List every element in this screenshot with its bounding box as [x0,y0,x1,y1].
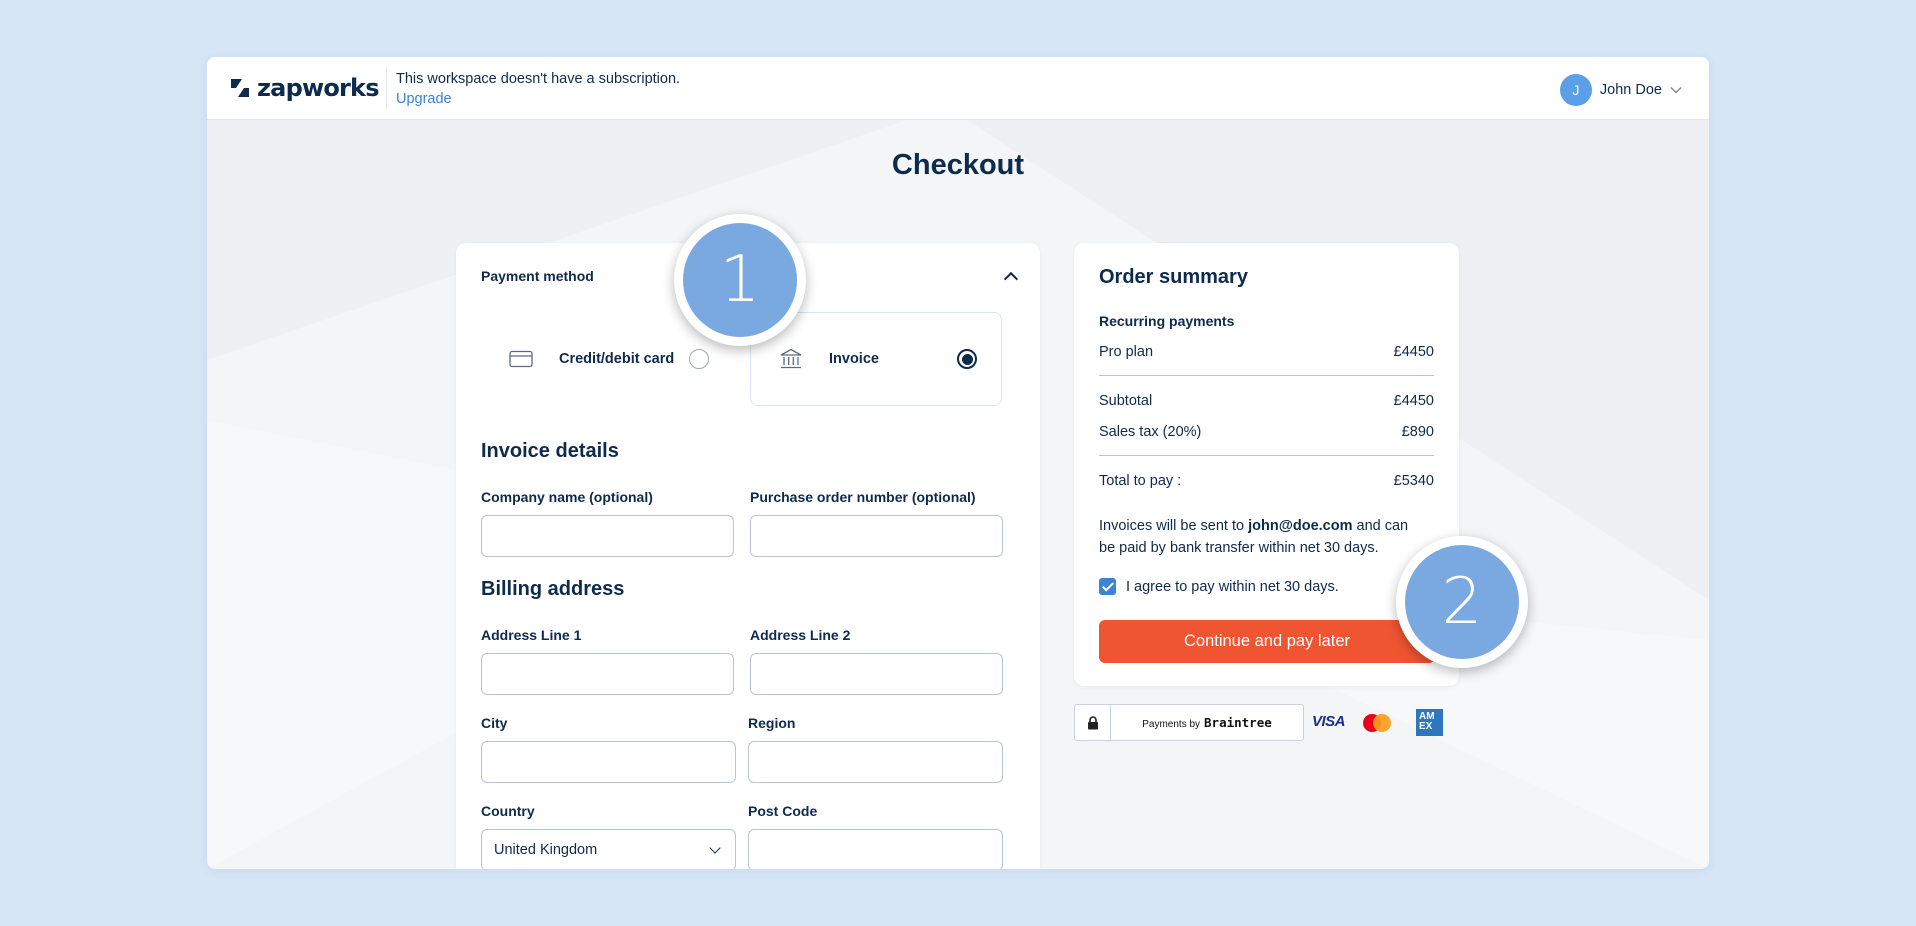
tax-value: £890 [1401,424,1434,440]
country-value: United Kingdom [494,842,598,858]
subtotal-row: Subtotal £4450 [1099,393,1434,409]
zapworks-mark-icon [231,79,249,97]
braintree-brand: Braintree [1204,715,1272,730]
app-window: zapworks This workspace doesn't have a s… [207,57,1709,869]
po-number-label: Purchase order number (optional) [750,489,976,505]
address-line-2-input[interactable] [750,653,1003,695]
city-input[interactable] [481,741,736,783]
agree-terms: I agree to pay within net 30 days. [1099,578,1339,595]
agree-label: I agree to pay within net 30 days. [1126,578,1339,595]
sales-tax-row: Sales tax (20%) £890 [1099,424,1434,440]
address-line-1-input[interactable] [481,653,734,695]
region-label: Region [748,715,796,731]
plan-price: £4450 [1393,344,1434,360]
address-line-2-label: Address Line 2 [750,627,851,643]
invoice-radio[interactable] [957,349,977,369]
country-label: Country [481,803,535,819]
city-label: City [481,715,508,731]
page-title: Checkout [891,149,1025,181]
country-select[interactable]: United Kingdom [481,829,736,869]
po-number-input[interactable] [750,515,1003,557]
subscription-notice: This workspace doesn't have a subscripti… [396,69,680,109]
note-prefix: Invoices will be sent to [1099,518,1249,534]
invoice-details-heading: Invoice details [481,440,619,462]
recurring-payments-label: Recurring payments [1099,313,1235,329]
company-name-label: Company name (optional) [481,489,653,505]
post-code-label: Post Code [748,803,818,819]
chevron-up-icon[interactable] [1003,271,1019,287]
step-badge-2: 2 [1396,536,1528,668]
lock-icon [1075,705,1111,740]
mastercard-logo [1363,714,1391,732]
company-name-input[interactable] [481,515,734,557]
braintree-text: Payments by Braintree [1111,715,1303,730]
invoice-note: Invoices will be sent to john@doe.com an… [1099,515,1424,559]
visa-logo: VISA [1312,713,1346,730]
total-value: £5340 [1393,473,1434,489]
payment-option-invoice[interactable]: Invoice [750,312,1002,406]
logo-text: zapworks [257,74,379,102]
agree-checkbox[interactable] [1099,578,1116,595]
notice-text: This workspace doesn't have a subscripti… [396,71,681,87]
upgrade-link[interactable]: Upgrade [396,89,680,109]
continue-pay-later-button[interactable]: Continue and pay later [1099,620,1435,663]
credit-card-icon [509,350,533,368]
tax-label: Sales tax (20%) [1099,424,1202,440]
total-row: Total to pay : £5340 [1099,473,1434,489]
zapworks-logo[interactable]: zapworks [228,73,379,103]
region-input[interactable] [748,741,1003,783]
billing-address-heading: Billing address [481,578,625,600]
step-badge-1: 1 [674,214,806,346]
chevron-down-icon [709,842,721,854]
card-radio[interactable] [689,349,709,369]
braintree-prefix: Payments by [1142,719,1201,730]
payment-method-title: Payment method [481,268,594,284]
note-email: john@doe.com [1248,518,1353,534]
subtotal-value: £4450 [1393,393,1434,409]
user-name: John Doe [1599,82,1662,98]
bank-icon [780,348,802,369]
subtotal-label: Subtotal [1099,393,1153,409]
post-code-input[interactable] [748,829,1003,869]
divider [386,69,387,109]
payment-option-invoice-label: Invoice [829,351,879,367]
address-line-1-label: Address Line 1 [481,627,582,643]
avatar: J [1559,74,1592,106]
divider [1099,455,1434,456]
pro-plan-row: Pro plan £4450 [1099,344,1434,360]
divider [1099,375,1434,376]
chevron-down-icon [1670,87,1682,94]
order-summary-title: Order summary [1099,266,1248,288]
amex-logo: AM EX [1416,709,1443,736]
user-menu[interactable]: J John Doe [1559,74,1682,106]
plan-label: Pro plan [1099,344,1154,360]
top-bar: zapworks This workspace doesn't have a s… [207,57,1709,120]
total-label: Total to pay : [1099,473,1182,489]
braintree-badge: Payments by Braintree [1074,704,1304,741]
payment-option-card-label: Credit/debit card [559,351,675,367]
